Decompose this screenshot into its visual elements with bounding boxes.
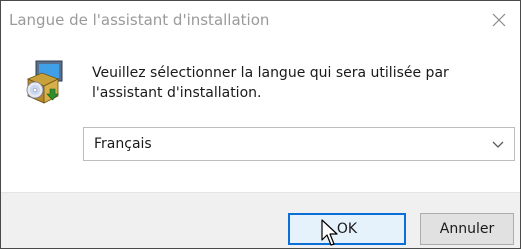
installer-language-dialog: Langue de l'assistant d'installation Veu… — [0, 0, 521, 249]
language-dropdown[interactable]: Français — [83, 127, 515, 161]
close-button[interactable] — [486, 7, 512, 33]
ok-button[interactable]: OK — [288, 213, 406, 245]
selected-language: Français — [94, 136, 152, 152]
ok-button-label: OK — [336, 221, 358, 237]
button-bar: OK Annuler — [1, 192, 520, 248]
title-bar: Langue de l'assistant d'installation — [1, 1, 520, 37]
window-title: Langue de l'assistant d'installation — [9, 11, 270, 29]
instruction-text: Veuillez sélectionner la langue qui sera… — [92, 65, 449, 101]
installer-icon — [26, 60, 63, 104]
cancel-button[interactable]: Annuler — [420, 213, 514, 245]
dialog-content: Veuillez sélectionner la langue qui sera… — [1, 37, 520, 186]
chevron-down-icon — [492, 141, 504, 148]
cancel-button-label: Annuler — [439, 221, 495, 237]
close-icon — [492, 13, 506, 27]
